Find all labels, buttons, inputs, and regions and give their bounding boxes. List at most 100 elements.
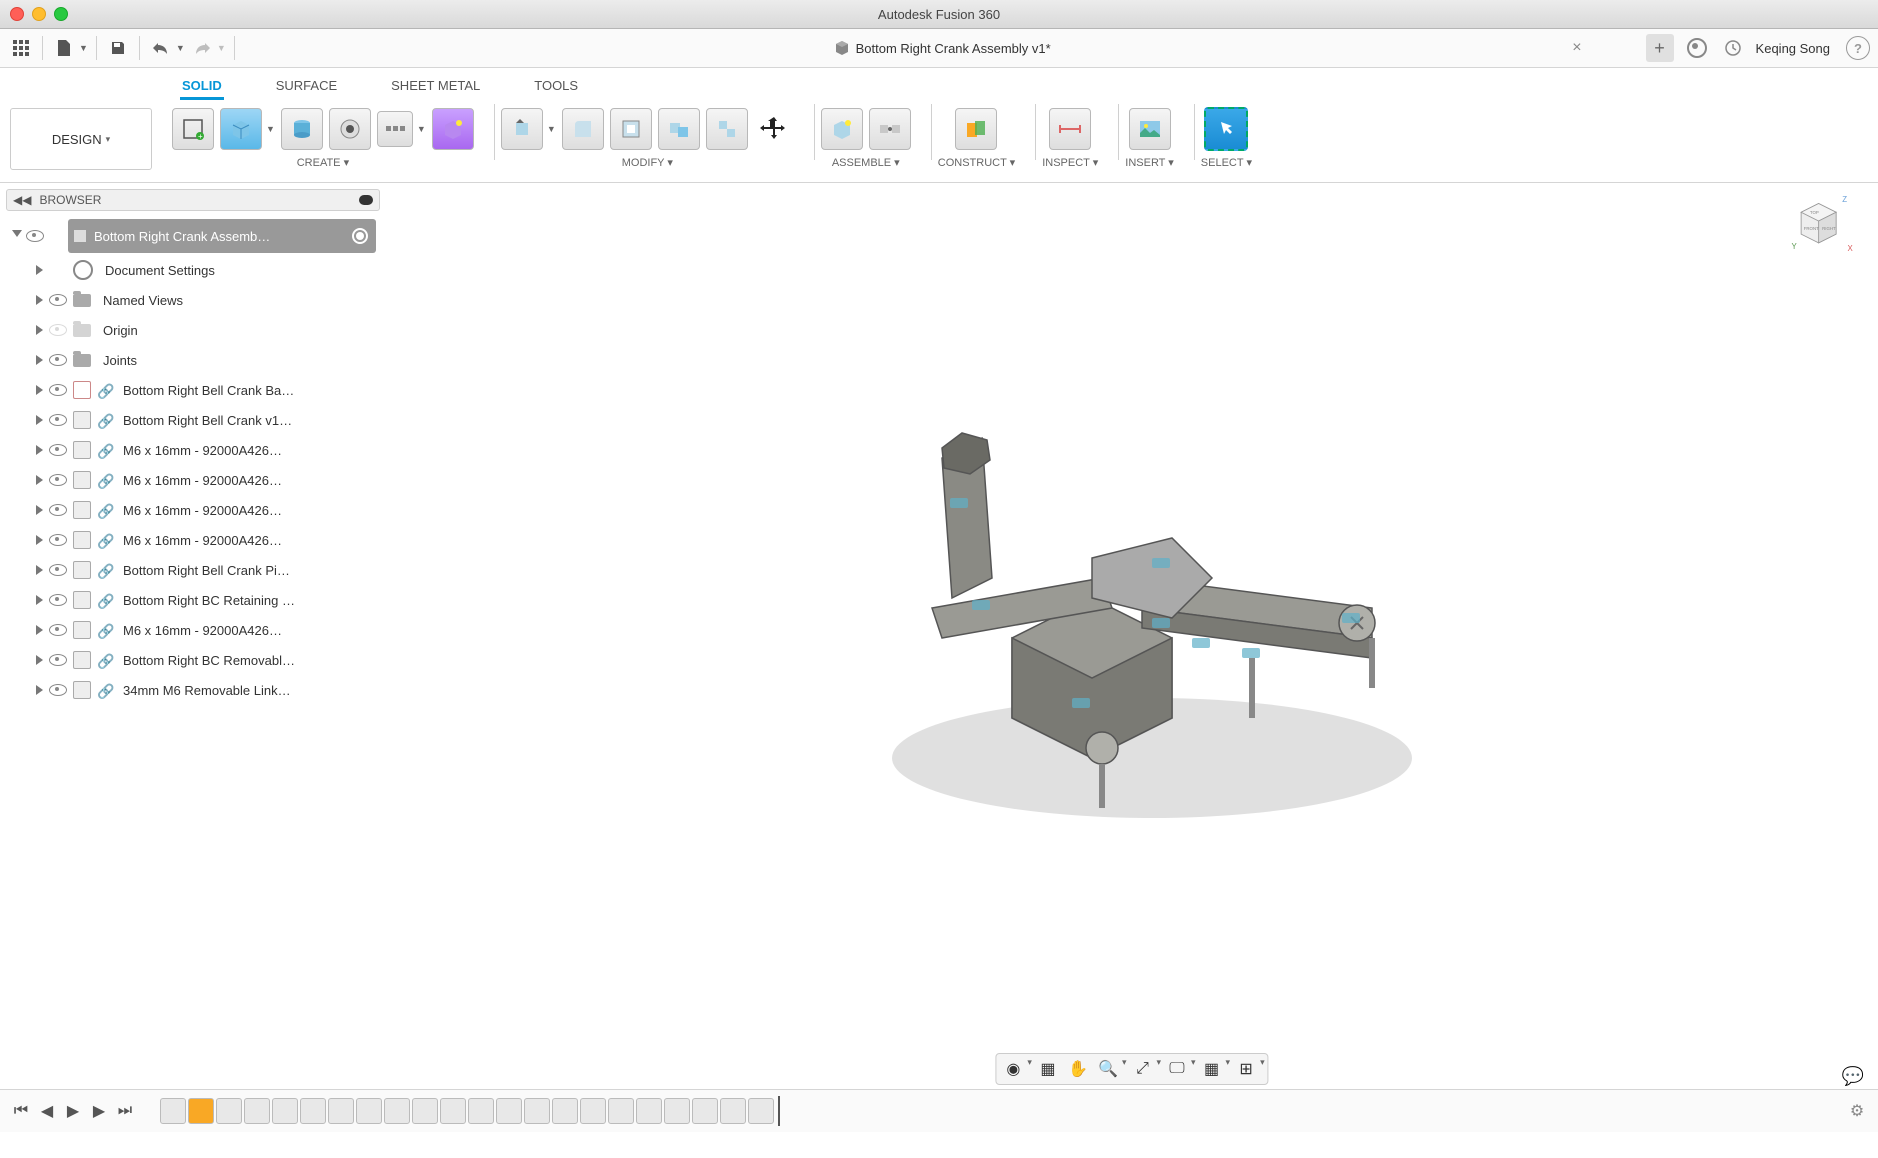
new-component-button[interactable] bbox=[821, 108, 863, 150]
expand-icon[interactable] bbox=[36, 655, 43, 665]
tab-close-icon[interactable]: × bbox=[1572, 39, 1581, 57]
pattern-button[interactable] bbox=[377, 111, 413, 147]
timeline-settings-icon[interactable]: ⚙ bbox=[1846, 1100, 1868, 1122]
visibility-icon[interactable] bbox=[49, 504, 67, 516]
viewport-settings-icon[interactable]: ⊞ bbox=[1232, 1057, 1260, 1081]
file-menu-icon[interactable] bbox=[51, 35, 77, 61]
user-name[interactable]: Keqing Song bbox=[1756, 41, 1830, 56]
timeline-feature[interactable] bbox=[468, 1098, 494, 1124]
job-status-icon[interactable] bbox=[1720, 35, 1746, 61]
timeline-end-icon[interactable]: ⏭ bbox=[114, 1100, 136, 1122]
timeline-feature[interactable] bbox=[692, 1098, 718, 1124]
expand-icon[interactable] bbox=[12, 230, 22, 242]
workspace-switcher[interactable]: DESIGN ▾ bbox=[10, 108, 152, 170]
timeline-feature[interactable] bbox=[216, 1098, 242, 1124]
press-pull-button[interactable] bbox=[501, 108, 543, 150]
extensions-icon[interactable] bbox=[1684, 35, 1710, 61]
insert-button[interactable] bbox=[1129, 108, 1171, 150]
timeline-feature[interactable] bbox=[384, 1098, 410, 1124]
browser-item[interactable]: Named Views bbox=[6, 285, 386, 315]
browser-settings-icon[interactable] bbox=[359, 195, 373, 205]
visibility-icon[interactable] bbox=[49, 534, 67, 546]
form-button[interactable] bbox=[432, 108, 474, 150]
browser-item[interactable]: 🔗34mm M6 Removable Link… bbox=[6, 675, 386, 705]
timeline-feature[interactable] bbox=[720, 1098, 746, 1124]
timeline-feature[interactable] bbox=[300, 1098, 326, 1124]
expand-icon[interactable] bbox=[36, 685, 43, 695]
visibility-icon[interactable] bbox=[49, 444, 67, 456]
timeline-feature[interactable] bbox=[524, 1098, 550, 1124]
joint-button[interactable] bbox=[869, 108, 911, 150]
expand-icon[interactable] bbox=[36, 535, 43, 545]
timeline-marker[interactable] bbox=[778, 1096, 780, 1126]
timeline-feature[interactable] bbox=[412, 1098, 438, 1124]
grid-icon[interactable]: ▦ bbox=[1198, 1057, 1226, 1081]
timeline-feature[interactable] bbox=[188, 1098, 214, 1124]
timeline-prev-icon[interactable]: ◀ bbox=[36, 1100, 58, 1122]
viewport-canvas[interactable]: Z TOP FRONT RIGHT Y X ◉▾ ▦ ✋ 🔍▾ ⤢▾ 🖵▾ ▦▾… bbox=[386, 183, 1878, 1089]
timeline-feature[interactable] bbox=[496, 1098, 522, 1124]
fillet-button[interactable] bbox=[562, 108, 604, 150]
browser-item[interactable]: 🔗M6 x 16mm - 92000A426… bbox=[6, 465, 386, 495]
expand-icon[interactable] bbox=[36, 265, 43, 275]
visibility-icon[interactable] bbox=[49, 684, 67, 696]
combine-button[interactable] bbox=[658, 108, 700, 150]
browser-header[interactable]: ◀◀ BROWSER bbox=[6, 189, 380, 211]
browser-item[interactable]: Joints bbox=[6, 345, 386, 375]
close-window-button[interactable] bbox=[10, 7, 24, 21]
expand-icon[interactable] bbox=[36, 505, 43, 515]
browser-item[interactable]: 🔗Bottom Right Bell Crank Pi… bbox=[6, 555, 386, 585]
cylinder-button[interactable] bbox=[281, 108, 323, 150]
visibility-icon[interactable] bbox=[49, 414, 67, 426]
undo-icon[interactable] bbox=[148, 35, 174, 61]
viewcube[interactable]: Z TOP FRONT RIGHT Y X bbox=[1788, 193, 1858, 263]
browser-root-node[interactable]: Bottom Right Crank Assemb… bbox=[68, 219, 376, 253]
construct-plane-button[interactable] bbox=[955, 108, 997, 150]
expand-icon[interactable] bbox=[36, 295, 43, 305]
ribbon-tab-solid[interactable]: SOLID bbox=[180, 74, 224, 100]
timeline-feature[interactable] bbox=[160, 1098, 186, 1124]
timeline-feature[interactable] bbox=[356, 1098, 382, 1124]
timeline-feature[interactable] bbox=[608, 1098, 634, 1124]
orbit-icon[interactable]: ◉ bbox=[999, 1057, 1027, 1081]
ribbon-tab-tools[interactable]: TOOLS bbox=[532, 74, 580, 100]
browser-item[interactable]: 🔗Bottom Right Bell Crank Ba… bbox=[6, 375, 386, 405]
visibility-icon[interactable] bbox=[49, 654, 67, 666]
expand-icon[interactable] bbox=[36, 475, 43, 485]
sketch-button[interactable]: + bbox=[172, 108, 214, 150]
expand-icon[interactable] bbox=[36, 625, 43, 635]
timeline-play-icon[interactable]: ▶ bbox=[62, 1100, 84, 1122]
visibility-icon[interactable] bbox=[49, 594, 67, 606]
visibility-icon[interactable] bbox=[26, 230, 44, 242]
expand-icon[interactable] bbox=[36, 385, 43, 395]
display-icon[interactable]: 🖵 bbox=[1163, 1057, 1191, 1081]
minimize-window-button[interactable] bbox=[32, 7, 46, 21]
timeline-start-icon[interactable]: ⏮ bbox=[10, 1100, 32, 1122]
expand-icon[interactable] bbox=[36, 415, 43, 425]
visibility-icon[interactable] bbox=[49, 354, 67, 366]
zoom-icon[interactable]: 🔍 bbox=[1094, 1057, 1122, 1081]
browser-item[interactable]: 🔗M6 x 16mm - 92000A426… bbox=[6, 525, 386, 555]
select-button[interactable] bbox=[1204, 107, 1248, 151]
document-tab[interactable]: Bottom Right Crank Assembly v1* bbox=[826, 36, 1059, 60]
timeline-feature[interactable] bbox=[580, 1098, 606, 1124]
hole-button[interactable] bbox=[329, 108, 371, 150]
visibility-icon[interactable] bbox=[49, 624, 67, 636]
timeline-feature[interactable] bbox=[328, 1098, 354, 1124]
timeline-feature[interactable] bbox=[552, 1098, 578, 1124]
timeline-feature[interactable] bbox=[636, 1098, 662, 1124]
browser-item[interactable]: 🔗Bottom Right Bell Crank v1… bbox=[6, 405, 386, 435]
browser-item[interactable]: 🔗M6 x 16mm - 92000A426… bbox=[6, 615, 386, 645]
data-panel-icon[interactable] bbox=[8, 35, 34, 61]
redo-icon[interactable] bbox=[189, 35, 215, 61]
shell-button[interactable] bbox=[610, 108, 652, 150]
timeline-feature[interactable] bbox=[440, 1098, 466, 1124]
measure-button[interactable] bbox=[1049, 108, 1091, 150]
zoom-window-button[interactable] bbox=[54, 7, 68, 21]
align-button[interactable] bbox=[706, 108, 748, 150]
browser-item[interactable]: 🔗Bottom Right BC Retaining … bbox=[6, 585, 386, 615]
browser-item[interactable]: 🔗Bottom Right BC Removabl… bbox=[6, 645, 386, 675]
activate-radio[interactable] bbox=[352, 228, 368, 244]
expand-icon[interactable] bbox=[36, 595, 43, 605]
expand-icon[interactable] bbox=[36, 355, 43, 365]
